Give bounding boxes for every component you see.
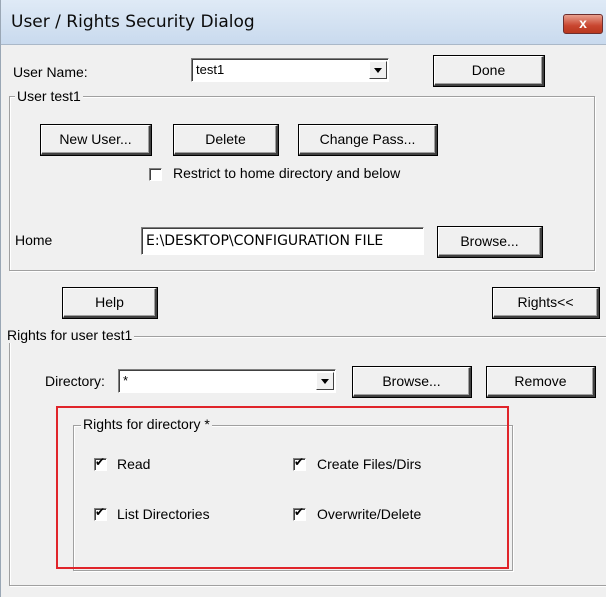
chevron-down-icon[interactable] [316,372,334,390]
chevron-down-icon[interactable] [369,61,387,79]
remove-button[interactable]: Remove [487,367,595,397]
rights-group-legend: Rights for user test1 [5,327,135,343]
highlight-box [56,406,509,569]
dialog-window: User / Rights Security Dialog x User Nam… [0,0,606,597]
restrict-checkbox[interactable] [149,168,162,181]
user-name-dropdown[interactable]: test1 [191,58,389,82]
change-pass-button[interactable]: Change Pass... [299,125,437,155]
directory-label: Directory: [45,373,105,389]
directory-value: * [123,373,129,388]
user-name-label: User Name: [13,64,88,80]
rights-toggle-button[interactable]: Rights<< [493,288,599,318]
done-button[interactable]: Done [434,56,544,86]
home-label: Home [15,232,53,248]
close-button[interactable]: x [563,14,603,34]
user-name-value: test1 [196,62,225,77]
help-button[interactable]: Help [63,288,157,318]
directory-dropdown[interactable]: * [118,369,336,393]
home-path-field[interactable]: E:\DESKTOP\CONFIGURATION FILE [141,227,424,255]
directory-browse-button[interactable]: Browse... [353,367,471,397]
new-user-button[interactable]: New User... [41,125,151,155]
restrict-label: Restrict to home directory and below [173,165,401,181]
close-icon: x [579,15,587,31]
title-bar[interactable]: User / Rights Security Dialog x [1,0,606,45]
delete-button[interactable]: Delete [174,125,278,155]
user-group-legend: User test1 [15,88,83,104]
window-title: User / Rights Security Dialog [11,12,255,32]
home-browse-button[interactable]: Browse... [438,227,542,257]
